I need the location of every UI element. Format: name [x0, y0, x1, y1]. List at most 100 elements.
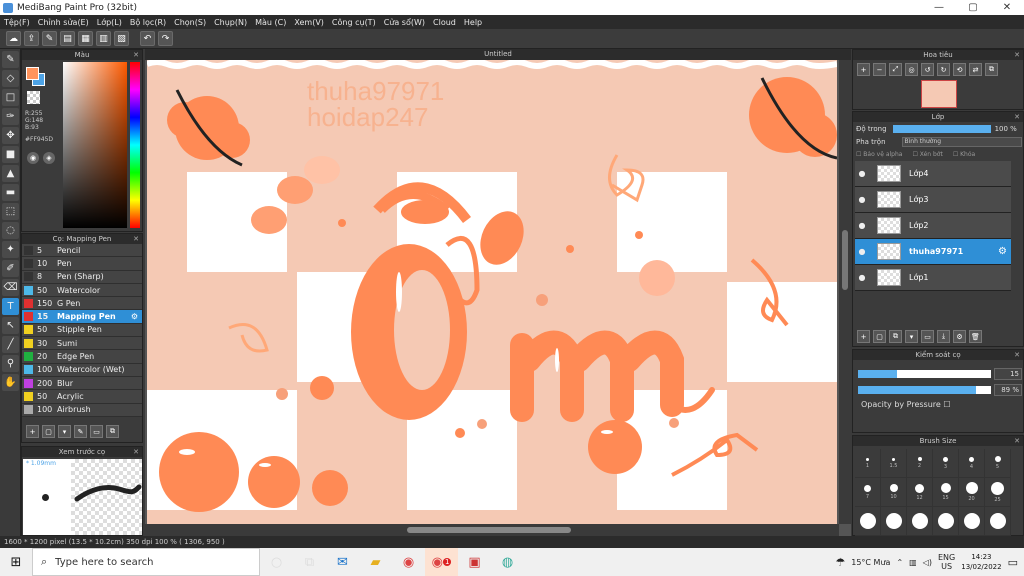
brush-item[interactable]: 50 Watercolor — [22, 283, 142, 298]
visibility-eye-icon[interactable]: ● — [855, 221, 869, 230]
clipping-checkbox[interactable]: ☐ Xén bớt — [912, 151, 942, 158]
menu-edit[interactable]: Chỉnh sửa(E) — [34, 18, 93, 27]
layer-folder-icon[interactable]: ▭ — [921, 330, 934, 343]
maximize-button[interactable]: ▢ — [956, 0, 990, 15]
divide-tool-icon[interactable]: ╱ — [2, 336, 19, 353]
visibility-eye-icon[interactable]: ● — [855, 169, 869, 178]
gradient-tool-icon[interactable]: ▬ — [2, 184, 19, 201]
brush-size-cell[interactable]: 3 — [933, 449, 959, 478]
brush-size-cell[interactable]: 7 — [855, 478, 881, 507]
copy-brush-icon[interactable]: ⧉ — [106, 425, 119, 438]
visibility-eye-icon[interactable]: ● — [855, 195, 869, 204]
hue-slider[interactable] — [130, 62, 140, 228]
zoom-reset-icon[interactable]: ◎ — [905, 63, 918, 76]
layer-menu-icon[interactable]: ▾ — [905, 330, 918, 343]
folder-icon[interactable]: ▭ — [90, 425, 103, 438]
brush-item[interactable]: 10 Pen — [22, 257, 142, 271]
menu-filter[interactable]: Bộ lọc(R) — [126, 18, 170, 27]
pen-tool-icon[interactable]: ✑ — [2, 108, 19, 125]
menu-tools[interactable]: Công cụ(T) — [328, 18, 380, 27]
panel-icon[interactable]: ▤ — [60, 31, 75, 46]
blend-mode-select[interactable]: Bình thường — [901, 136, 1022, 147]
layer-item[interactable]: ● Lớp2 — [855, 213, 1011, 239]
eraser-tool-icon[interactable]: ◇ — [2, 70, 19, 87]
foreground-color-swatch[interactable] — [26, 67, 39, 80]
file-explorer-icon[interactable]: ▰ — [359, 548, 392, 576]
menu-layer[interactable]: Lớp(L) — [93, 18, 126, 27]
horizontal-scrollbar[interactable] — [145, 524, 839, 536]
new-halftone-layer-icon[interactable]: ▢ — [873, 330, 886, 343]
task-view-icon[interactable]: ⧉ — [293, 548, 326, 576]
zoom-in-icon[interactable]: + — [857, 63, 870, 76]
new-brush-icon[interactable]: ▢ — [42, 425, 55, 438]
brush-size-cell[interactable] — [881, 507, 907, 536]
brush-size-cell[interactable] — [855, 507, 881, 536]
menu-file[interactable]: Tệp(F) — [0, 18, 34, 27]
layer-item[interactable]: ● Lớp3 — [855, 187, 1011, 213]
mail-app-icon[interactable]: ✉ — [326, 548, 359, 576]
duplicate-layer-icon[interactable]: ⧉ — [889, 330, 902, 343]
windows-start-icon[interactable]: ⊞ — [0, 548, 32, 576]
menu-color[interactable]: Màu (C) — [251, 18, 290, 27]
menu-view[interactable]: Xem(V) — [290, 18, 328, 27]
zoom-out-icon[interactable]: − — [873, 63, 886, 76]
gear-icon[interactable]: ⚙ — [998, 246, 1007, 257]
brush-item[interactable]: 200 Blur — [22, 376, 142, 391]
brush-size-cell[interactable] — [985, 507, 1011, 536]
brush-size-cell[interactable]: 5 — [985, 449, 1011, 478]
eyedropper-icon[interactable]: ⚲ — [2, 355, 19, 372]
layout-icon[interactable]: ▥ — [96, 31, 111, 46]
delete-layer-icon[interactable]: 🗑 — [969, 330, 982, 343]
add-brush-icon[interactable]: + — [26, 425, 39, 438]
brush-item[interactable]: 50 Acrylic — [22, 390, 142, 404]
fit-window-icon[interactable]: ⤢ — [889, 63, 902, 76]
brush-size-slider[interactable] — [858, 370, 991, 378]
shape-tool-icon[interactable]: □ — [2, 89, 19, 106]
brush-opacity-slider[interactable] — [858, 386, 991, 394]
brush-item[interactable]: 30 Sumi — [22, 337, 142, 351]
brush-item[interactable]: 20 Edge Pen — [22, 350, 142, 364]
brush-item[interactable]: 150 G Pen — [22, 297, 142, 311]
taskbar-search[interactable]: ⌕ Type here to search — [32, 548, 260, 576]
brush-size-cell[interactable]: 20 — [959, 478, 985, 507]
undo-icon[interactable]: ↶ — [140, 31, 155, 46]
weather-text[interactable]: 15°C Mưa — [851, 558, 890, 567]
medibang-app-icon[interactable]: ◍ — [491, 548, 524, 576]
minimize-button[interactable]: — — [922, 0, 956, 15]
brush-size-cell[interactable]: 10 — [881, 478, 907, 507]
chrome-active-icon[interactable]: ◉ 1 — [425, 548, 458, 576]
magic-wand-icon[interactable]: ✦ — [2, 241, 19, 258]
weather-icon[interactable]: ☂ — [835, 556, 845, 569]
brush-size-cell[interactable] — [933, 507, 959, 536]
brush-size-cell[interactable]: 4 — [959, 449, 985, 478]
cloud-icon[interactable]: ☁ — [6, 31, 21, 46]
brush-size-cell[interactable] — [959, 507, 985, 536]
text-tool-icon[interactable]: T — [2, 298, 19, 315]
drawing-canvas[interactable]: thuha97971 hoidap247 — [147, 60, 837, 524]
lock-checkbox[interactable]: ☐ Khóa — [953, 151, 975, 158]
lasso-tool-icon[interactable]: ◌ — [2, 222, 19, 239]
horizontal-scroll-thumb[interactable] — [407, 527, 571, 533]
brush-item[interactable]: 5 Pencil — [22, 244, 142, 258]
brush-tool-icon[interactable]: ✎ — [2, 51, 19, 68]
layer-item[interactable]: ● thuha97971 ⚙ — [855, 239, 1011, 265]
taskbar-clock[interactable]: 14:23 13/02/2022 — [961, 552, 1001, 572]
brush-size-cell[interactable]: 1.5 — [881, 449, 907, 478]
action-center-icon[interactable]: ▭ — [1008, 556, 1018, 569]
layer-item[interactable]: ● Lớp4 — [855, 161, 1011, 187]
chrome-app-icon[interactable]: ◉ — [392, 548, 425, 576]
vertical-scrollbar[interactable] — [839, 60, 851, 524]
brush-size-cell[interactable]: 15 — [933, 478, 959, 507]
brush-size-cell[interactable]: 25 — [985, 478, 1011, 507]
brush-menu-icon[interactable]: ▾ — [58, 425, 71, 438]
rotate-right-icon[interactable]: ↻ — [937, 63, 950, 76]
network-icon[interactable]: ▥ — [909, 558, 917, 567]
redo-icon[interactable]: ↷ — [158, 31, 173, 46]
fill-tool-icon[interactable]: ▲ — [2, 165, 19, 182]
select-eraser-icon[interactable]: ⌫ — [2, 279, 19, 296]
layer-item[interactable]: ● Lớp1 — [855, 265, 1011, 291]
visibility-eye-icon[interactable]: ● — [855, 273, 869, 282]
vertical-scroll-thumb[interactable] — [842, 230, 848, 290]
brush-item[interactable]: 15 Mapping Pen ⚙ — [22, 310, 142, 324]
protect-alpha-checkbox[interactable]: ☐ Bảo vệ alpha — [856, 151, 902, 158]
